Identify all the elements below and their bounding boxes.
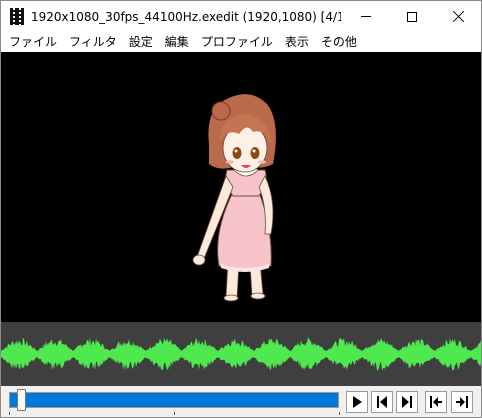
seek-tick bbox=[174, 412, 175, 415]
jump-start-icon bbox=[430, 396, 442, 408]
menu-settings[interactable]: 設定 bbox=[123, 33, 159, 51]
jump-start-button[interactable] bbox=[425, 391, 447, 413]
prev-frame-icon bbox=[377, 396, 387, 408]
jump-end-icon bbox=[456, 396, 468, 408]
seek-bar[interactable] bbox=[9, 392, 339, 408]
app-window: 1920x1080_30fps_44100Hz.exedit (1920,108… bbox=[0, 0, 482, 418]
menu-file[interactable]: ファイル bbox=[3, 33, 63, 51]
seek-thumb[interactable] bbox=[16, 389, 26, 411]
menu-other[interactable]: その他 bbox=[315, 33, 363, 51]
menu-filter[interactable]: フィルタ bbox=[63, 33, 123, 51]
waveform-path bbox=[1, 337, 481, 371]
seek-tick bbox=[339, 412, 340, 415]
waveform-graphic bbox=[1, 337, 481, 371]
playback-controls bbox=[1, 386, 481, 417]
play-icon bbox=[353, 396, 362, 408]
close-icon bbox=[453, 11, 464, 22]
seek-tick bbox=[9, 412, 10, 415]
menu-view[interactable]: 表示 bbox=[279, 33, 315, 51]
film-icon[interactable] bbox=[10, 8, 24, 25]
next-frame-button[interactable] bbox=[396, 391, 418, 413]
close-button[interactable] bbox=[435, 1, 481, 32]
window-title: 1920x1080_30fps_44100Hz.exedit (1920,108… bbox=[31, 10, 341, 24]
jump-end-button[interactable] bbox=[451, 391, 473, 413]
maximize-icon bbox=[407, 11, 417, 22]
maximize-button[interactable] bbox=[389, 1, 435, 32]
audio-waveform bbox=[1, 322, 481, 386]
menu-bar: ファイル フィルタ 設定 編集 プロファイル 表示 その他 bbox=[1, 32, 481, 52]
prev-frame-button[interactable] bbox=[371, 391, 393, 413]
menu-edit[interactable]: 編集 bbox=[159, 33, 195, 51]
menu-profile[interactable]: プロファイル bbox=[195, 33, 279, 51]
anime-girl-illustration bbox=[192, 94, 276, 302]
next-frame-icon bbox=[402, 396, 412, 408]
title-bar[interactable]: 1920x1080_30fps_44100Hz.exedit (1920,108… bbox=[1, 1, 481, 32]
play-button[interactable] bbox=[346, 391, 368, 413]
minimize-button[interactable] bbox=[343, 1, 389, 32]
video-preview[interactable] bbox=[1, 52, 481, 322]
minimize-icon bbox=[361, 16, 371, 17]
